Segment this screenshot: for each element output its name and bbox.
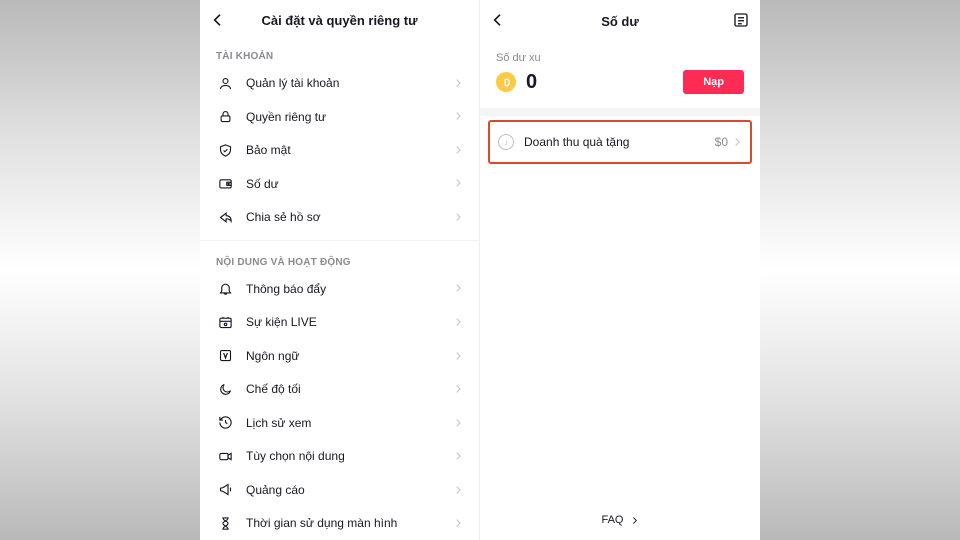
balance-title: Số dư	[601, 14, 639, 29]
chevron-right-icon	[453, 313, 463, 331]
screentime-icon	[216, 516, 234, 531]
row-label: Ngôn ngữ	[246, 349, 453, 363]
bell-icon	[216, 281, 234, 296]
dark-icon	[216, 382, 234, 397]
row-balance[interactable]: Số dư	[200, 167, 479, 201]
history-icon	[216, 415, 234, 430]
gift-label: Doanh thu quà tặng	[524, 135, 715, 149]
coin-balance-row: 0 Nạp	[480, 66, 760, 108]
coin-icon	[496, 72, 516, 92]
chevron-right-icon	[453, 481, 463, 499]
lang-icon	[216, 348, 234, 363]
row-screen-time[interactable]: Thời gian sử dụng màn hình	[200, 507, 479, 540]
row-label: Quảng cáo	[246, 483, 453, 497]
balance-header: Số dư	[480, 0, 760, 42]
row-push-notifications[interactable]: Thông báo đẩy	[200, 272, 479, 306]
row-dark-mode[interactable]: Chế độ tối	[200, 373, 479, 407]
balance-panel: Số dư Số dư xu 0 Nạp ♪ Doanh thu quà tặn…	[480, 0, 760, 540]
transactions-icon[interactable]	[732, 11, 750, 29]
settings-header: Cài đặt và quyền riêng tư	[200, 0, 479, 41]
lock-icon	[216, 109, 234, 124]
faq-label: FAQ	[601, 514, 623, 526]
ads-icon	[216, 482, 234, 497]
row-manage-account[interactable]: Quản lý tài khoản	[200, 66, 479, 100]
row-ads[interactable]: Quảng cáo	[200, 473, 479, 507]
chevron-right-icon	[732, 133, 742, 151]
user-icon	[216, 76, 234, 91]
back-icon[interactable]	[210, 11, 226, 29]
chevron-right-icon	[453, 175, 463, 193]
chevron-right-icon	[453, 280, 463, 298]
row-label: Bảo mật	[246, 143, 453, 157]
share-icon	[216, 210, 234, 225]
row-label: Thời gian sử dụng màn hình	[246, 516, 453, 530]
shield-icon	[216, 143, 234, 158]
row-label: Chế độ tối	[246, 382, 453, 396]
section-divider	[480, 108, 760, 116]
divider	[200, 240, 479, 241]
row-live-events[interactable]: Sự kiện LIVE	[200, 305, 479, 339]
row-label: Chia sẻ hồ sơ	[246, 210, 453, 224]
video-icon	[216, 449, 234, 464]
row-label: Quản lý tài khoản	[246, 76, 453, 90]
row-label: Sự kiện LIVE	[246, 315, 453, 329]
app-frame: Cài đặt và quyền riêng tư TÀI KHOẢN Quản…	[200, 0, 760, 540]
settings-title: Cài đặt và quyền riêng tư	[261, 13, 417, 28]
topup-button[interactable]: Nạp	[683, 70, 744, 94]
row-security[interactable]: Bảo mật	[200, 133, 479, 167]
chevron-right-icon	[453, 514, 463, 532]
row-watch-history[interactable]: Lịch sử xem	[200, 406, 479, 440]
coin-balance-label: Số dư xu	[480, 42, 760, 66]
chevron-right-icon	[453, 208, 463, 226]
coin-balance-value: 0	[526, 71, 683, 94]
section-content-header: NỘI DUNG VÀ HOẠT ĐỘNG	[200, 247, 479, 272]
row-share-profile[interactable]: Chia sẻ hồ sơ	[200, 200, 479, 234]
chevron-right-icon	[453, 447, 463, 465]
chevron-right-icon	[453, 108, 463, 126]
wallet-icon	[216, 176, 234, 191]
live-icon	[216, 315, 234, 330]
row-label: Thông báo đẩy	[246, 282, 453, 296]
tiktok-coin-icon: ♪	[498, 134, 514, 150]
row-label: Tùy chọn nội dung	[246, 449, 453, 463]
chevron-right-icon	[453, 141, 463, 159]
section-account-header: TÀI KHOẢN	[200, 41, 479, 66]
highlight-box: ♪ Doanh thu quà tặng $0	[488, 120, 752, 164]
row-gift-revenue[interactable]: ♪ Doanh thu quà tặng $0	[490, 122, 750, 162]
chevron-right-icon	[453, 74, 463, 92]
row-content-preferences[interactable]: Tùy chọn nội dung	[200, 440, 479, 474]
row-language[interactable]: Ngôn ngữ	[200, 339, 479, 373]
chevron-right-icon	[453, 414, 463, 432]
row-label: Lịch sử xem	[246, 416, 453, 430]
faq-link[interactable]: FAQ	[480, 506, 760, 534]
gift-value: $0	[715, 135, 728, 149]
back-icon[interactable]	[490, 11, 506, 29]
row-label: Quyền riêng tư	[246, 110, 453, 124]
chevron-right-icon	[453, 380, 463, 398]
row-label: Số dư	[246, 177, 453, 191]
settings-panel: Cài đặt và quyền riêng tư TÀI KHOẢN Quản…	[200, 0, 480, 540]
row-privacy[interactable]: Quyền riêng tư	[200, 100, 479, 134]
chevron-right-icon	[453, 347, 463, 365]
